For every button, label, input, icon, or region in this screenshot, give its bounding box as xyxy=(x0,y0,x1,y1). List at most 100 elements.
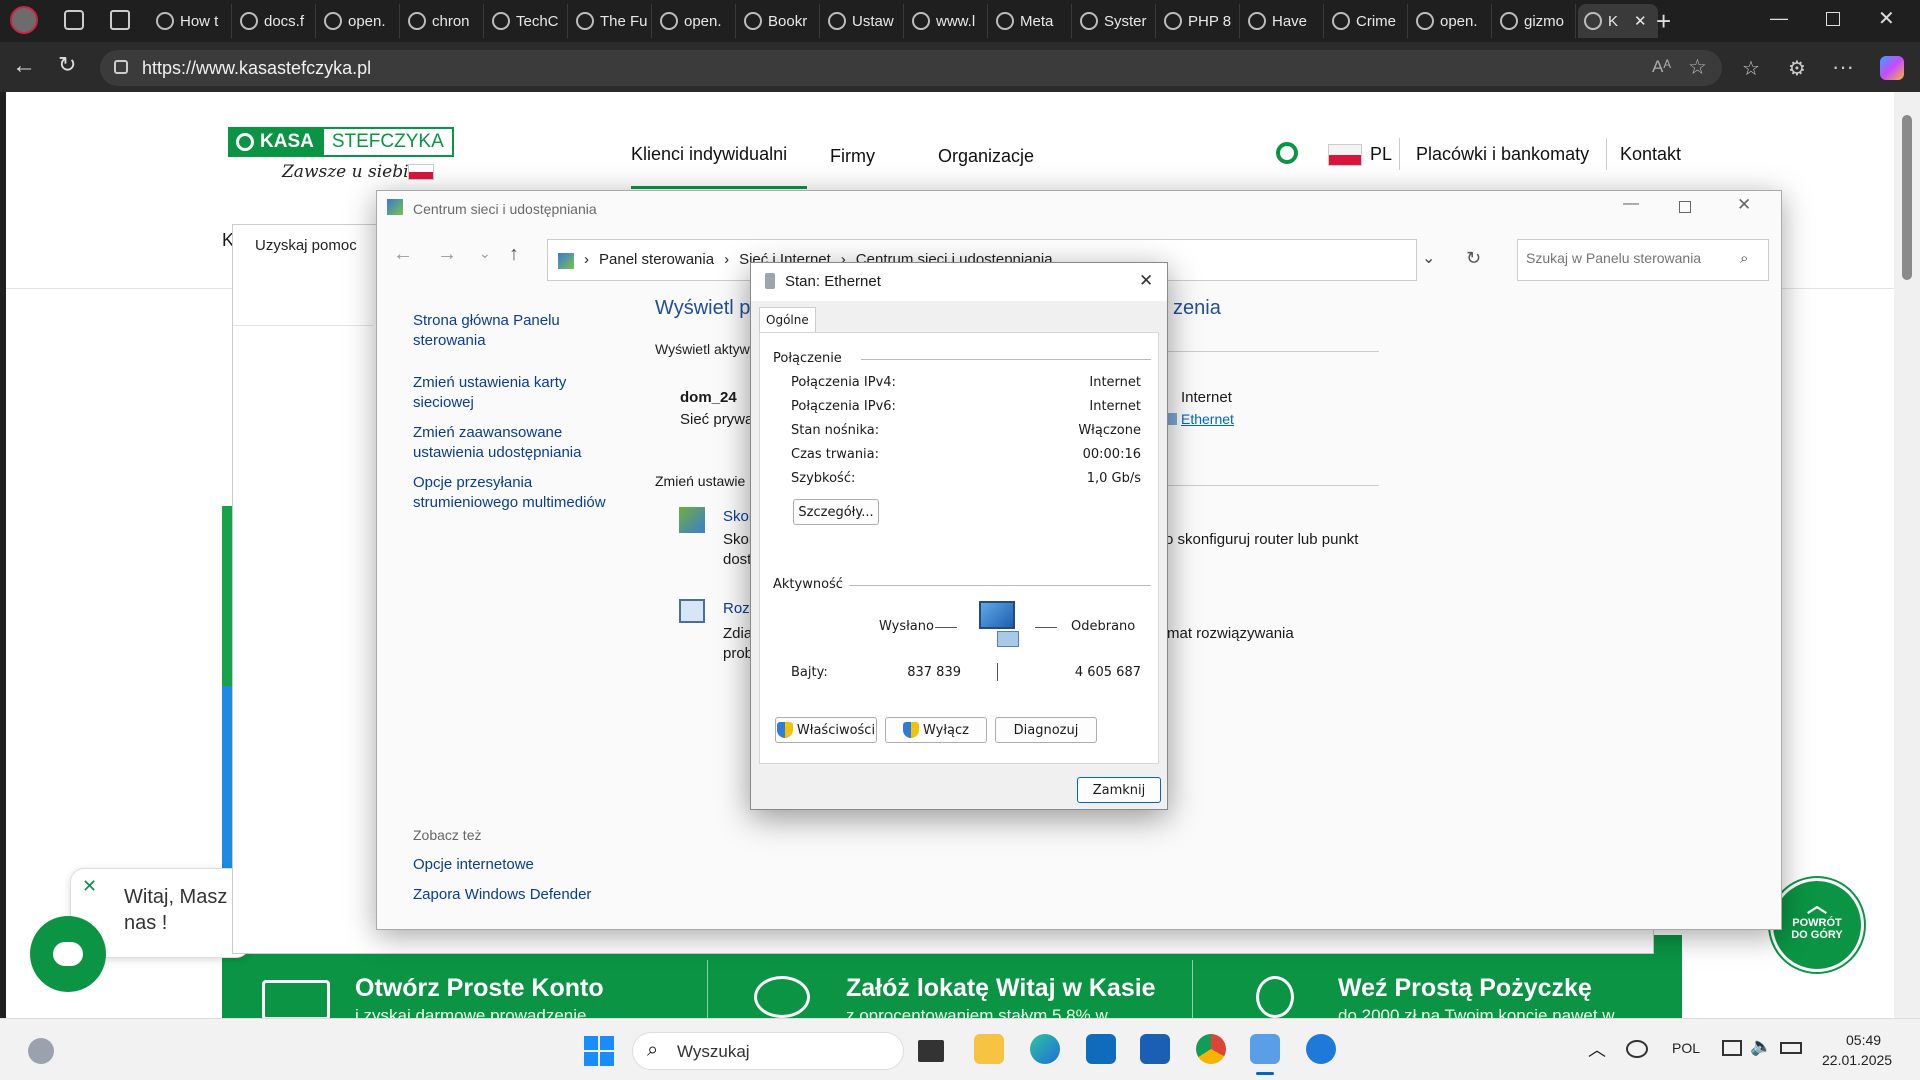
edge-icon[interactable] xyxy=(1030,1034,1060,1064)
clock-time[interactable]: 05:49 xyxy=(1846,1032,1881,1048)
minimize-icon[interactable]: — xyxy=(1770,8,1788,29)
weather-widget-icon[interactable] xyxy=(28,1038,54,1064)
cp-minimize-icon[interactable]: — xyxy=(1623,195,1639,213)
browser-tab[interactable]: Have xyxy=(1242,4,1324,38)
branches-link[interactable]: Placówki i bankomaty xyxy=(1416,144,1589,165)
browser-tab[interactable]: How t xyxy=(150,4,232,38)
clock-date[interactable]: 22.01.2025 xyxy=(1822,1052,1892,1068)
browser-tab[interactable]: TechC xyxy=(486,4,568,38)
tray-network-icon[interactable] xyxy=(1626,1040,1648,1058)
help-app-icon[interactable] xyxy=(1306,1034,1336,1064)
new-tab-icon[interactable]: + xyxy=(1656,6,1671,37)
start-button-icon[interactable] xyxy=(584,1036,614,1066)
browser-tab[interactable]: Syster xyxy=(1074,4,1156,38)
details-button[interactable]: Szczegóły... xyxy=(793,499,879,525)
extensions-icon[interactable]: ⚙ xyxy=(1788,56,1806,81)
cp-close-icon[interactable]: ✕ xyxy=(1737,195,1751,215)
store-icon[interactable] xyxy=(1140,1034,1170,1064)
profile-icon[interactable] xyxy=(10,6,38,34)
nav-klienci-indywidualni[interactable]: Klienci indywidualni xyxy=(631,144,787,165)
tab-actions-icon[interactable] xyxy=(110,10,130,30)
site-logo[interactable]: KASA STEFCZYKA xyxy=(228,127,454,157)
browser-tab[interactable]: docs.f xyxy=(234,4,316,38)
chat-close-icon[interactable]: ✕ xyxy=(82,876,97,897)
ethernet-connection-link[interactable]: Ethernet xyxy=(1181,411,1234,427)
url-text[interactable]: https://www.kasastefczyka.pl xyxy=(142,58,371,79)
taskbar-search-box[interactable]: ⌕ Wyszukaj xyxy=(632,1032,904,1070)
dialog-close-icon[interactable]: ✕ xyxy=(1139,271,1153,291)
restore-icon[interactable] xyxy=(1826,12,1840,26)
breadcrumb-item-panel[interactable]: Panel sterowania xyxy=(599,251,714,268)
tray-volume-icon[interactable]: 🔈 xyxy=(1750,1036,1772,1057)
back-to-top-button[interactable]: ︿ POWRÓT DO GÓRY xyxy=(1770,878,1864,972)
sidebar-link-home[interactable]: Strona główna Panelu sterowania xyxy=(413,311,623,351)
browser-tab[interactable]: open. xyxy=(318,4,400,38)
tab-close-icon[interactable]: ✕ xyxy=(1634,12,1647,30)
promo-2-title[interactable]: Załóż lokatę Witaj w Kasie xyxy=(846,974,1156,1003)
read-aloud-icon[interactable]: Aᴬ xyxy=(1652,57,1671,77)
tray-overflow-icon[interactable]: ︿ xyxy=(1588,1036,1606,1062)
tray-battery-icon[interactable] xyxy=(1780,1042,1802,1054)
page-scrollbar-thumb[interactable] xyxy=(1902,115,1912,280)
promo-3-title[interactable]: Weź Prostą Pożyczkę xyxy=(1338,974,1592,1003)
browser-tab[interactable]: Meta xyxy=(990,4,1072,38)
browser-tab[interactable]: chron xyxy=(402,4,484,38)
task-view-icon[interactable] xyxy=(918,1040,944,1062)
help-window-label[interactable]: Uzyskaj pomoc xyxy=(255,237,357,254)
cp-search-box[interactable]: ⌕ xyxy=(1517,239,1769,281)
contact-link[interactable]: Kontakt xyxy=(1620,144,1681,165)
diagnose-button[interactable]: Diagnozuj xyxy=(995,717,1097,743)
nav-firmy[interactable]: Firmy xyxy=(830,146,875,167)
close-button[interactable]: Zamknij xyxy=(1077,777,1161,803)
browser-tab[interactable]: gizmo xyxy=(1494,4,1576,38)
polish-flag-icon[interactable] xyxy=(1328,144,1362,166)
cp-back-icon[interactable]: ← xyxy=(393,243,413,266)
browser-tab[interactable]: Bookr xyxy=(738,4,820,38)
workspaces-icon[interactable] xyxy=(64,10,84,30)
cp-recent-chevron-icon[interactable]: ⌄ xyxy=(479,245,491,262)
browser-tab[interactable]: Ustaw xyxy=(822,4,904,38)
close-window-icon[interactable]: ✕ xyxy=(1878,6,1895,31)
disable-button[interactable]: Wyłącz xyxy=(885,717,987,743)
favorites-icon[interactable]: ☆ xyxy=(1742,56,1760,81)
cp-search-input[interactable] xyxy=(1526,250,1726,266)
sidebar-link-streaming[interactable]: Opcje przesyłania strumieniowego multime… xyxy=(413,473,623,513)
favorite-star-icon[interactable]: ☆ xyxy=(1688,55,1707,80)
browser-tab[interactable]: The Fu xyxy=(570,4,652,38)
browser-tab[interactable]: www.l xyxy=(906,4,988,38)
cp-search-icon[interactable]: ⌕ xyxy=(1740,250,1748,267)
properties-button[interactable]: Właściwości xyxy=(775,717,877,743)
more-menu-icon[interactable]: ··· xyxy=(1832,54,1854,80)
cp-maximize-icon[interactable] xyxy=(1679,201,1691,213)
cp-address-chevron-icon[interactable]: ⌄ xyxy=(1422,248,1435,268)
browser-tab[interactable]: open. xyxy=(1410,4,1492,38)
promo-1-title[interactable]: Otwórz Proste Konto xyxy=(355,974,604,1003)
tab-general[interactable]: Ogólne xyxy=(759,307,816,333)
chrome-icon[interactable] xyxy=(1196,1034,1226,1064)
browser-tab[interactable]: PHP 8 xyxy=(1158,4,1240,38)
back-icon[interactable]: ← xyxy=(12,52,36,80)
sidebar-link-adapter[interactable]: Zmień ustawienia karty sieciowej xyxy=(413,373,623,413)
see-also-internet-options[interactable]: Opcje internetowe xyxy=(413,855,534,875)
language-label[interactable]: PL xyxy=(1370,144,1392,165)
tray-display-icon[interactable] xyxy=(1722,1040,1742,1056)
tab-active[interactable]: K ✕ xyxy=(1578,4,1658,38)
file-explorer-icon[interactable] xyxy=(974,1034,1004,1064)
cp-refresh-icon[interactable]: ↻ xyxy=(1466,248,1481,269)
copilot-icon[interactable] xyxy=(1880,56,1904,80)
browser-tab[interactable]: Crime xyxy=(1326,4,1408,38)
outlook-icon[interactable] xyxy=(1086,1034,1116,1064)
sidebar-link-sharing[interactable]: Zmień zaawansowane ustawienia udostępnia… xyxy=(413,423,623,463)
troubleshoot-desc-right: mat rozwiązywania xyxy=(1167,625,1294,642)
cp-up-icon[interactable]: ↑ xyxy=(509,243,519,266)
control-panel-taskbar-icon[interactable] xyxy=(1250,1034,1280,1064)
browser-tab[interactable]: open. xyxy=(654,4,736,38)
nav-organizacje[interactable]: Organizacje xyxy=(938,146,1034,167)
site-info-icon[interactable] xyxy=(114,60,128,74)
refresh-icon[interactable]: ↻ xyxy=(58,52,76,78)
search-icon[interactable] xyxy=(1276,142,1298,164)
cp-forward-icon[interactable]: → xyxy=(437,243,457,266)
see-also-defender[interactable]: Zapora Windows Defender xyxy=(413,885,591,905)
tray-language[interactable]: POL xyxy=(1672,1040,1700,1056)
chat-launcher-button[interactable] xyxy=(30,916,106,992)
